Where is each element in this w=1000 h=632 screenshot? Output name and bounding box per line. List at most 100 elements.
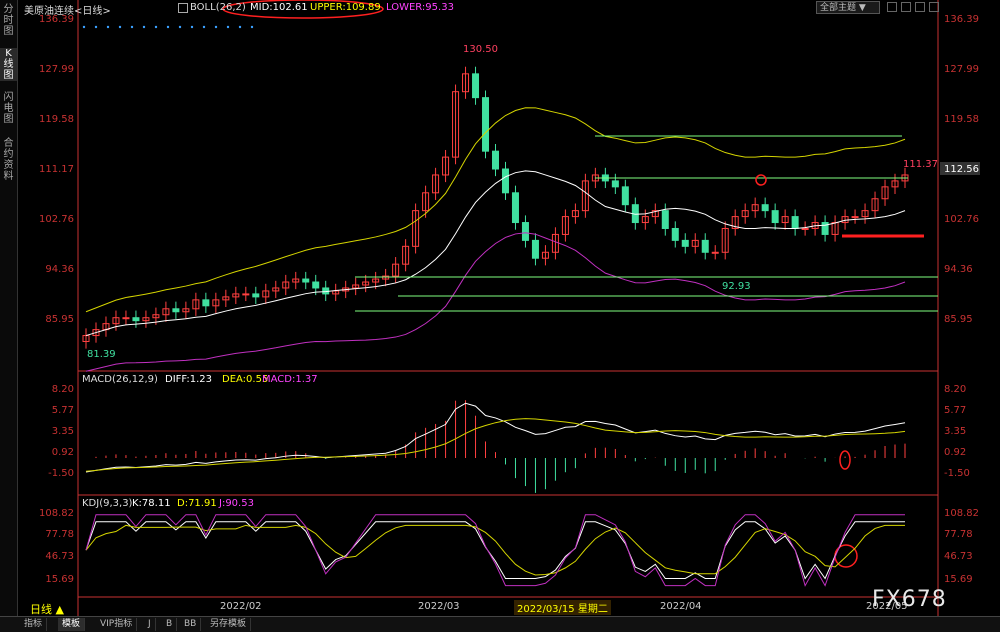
macd-label-right: 3.35 [944, 426, 966, 437]
sidebar-tab-1[interactable]: K线图 [0, 48, 17, 81]
kdj-label-right: 15.69 [944, 574, 973, 585]
kdj-j-line [85, 514, 905, 587]
bottom-tab-2[interactable]: VIP指标 [96, 618, 138, 631]
kdj-label-right: 77.78 [944, 529, 973, 540]
marker-dot [94, 25, 98, 29]
date-feb: 2022/02 [220, 601, 262, 612]
price-label-left: 102.76 [39, 214, 74, 225]
candle-body [621, 186, 629, 206]
annot-low: 92.93 [722, 281, 751, 292]
bottom-tab-3[interactable]: J [144, 618, 156, 631]
sidebar-tab-2[interactable]: 闪电图 [0, 92, 17, 125]
price-label-right: 119.58 [944, 114, 979, 125]
price-label-left: 111.17 [39, 164, 74, 175]
candle-body [681, 239, 689, 247]
boll-upper-line [85, 107, 906, 313]
period-tab[interactable]: 日线 ▲ [30, 601, 64, 617]
macd-label-right: 8.20 [944, 384, 966, 395]
kdj-label-left: 77.78 [45, 529, 74, 540]
candle-body [791, 216, 799, 229]
marker-dot [226, 25, 230, 29]
kdj-title: KDJ(9,3,3) [82, 498, 133, 509]
candle-body [661, 210, 669, 229]
candle-body [521, 222, 529, 241]
marker-dot [202, 25, 206, 29]
boll-mid-label: MID:102.61 [250, 2, 308, 13]
kdj-j: J:90.53 [219, 498, 254, 509]
price-label-left: 94.36 [45, 264, 74, 275]
macd-label-left: 8.20 [52, 384, 74, 395]
marker-dot [178, 25, 182, 29]
marker-dot [142, 25, 146, 29]
macd-label-left: -1.50 [48, 468, 74, 479]
bottom-tab-5[interactable]: BB [180, 618, 202, 631]
macd-label-left: 3.35 [52, 426, 74, 437]
candle-body [302, 278, 310, 283]
bottom-tab-4[interactable]: B [162, 618, 178, 631]
annot-start: 81.39 [87, 349, 116, 360]
macd-value: MACD:1.37 [262, 374, 318, 385]
price-label-right: 136.39 [944, 14, 979, 25]
boll-upper-label: UPPER:109.89 [310, 2, 381, 13]
candle-body [671, 227, 679, 241]
candle-body [501, 168, 509, 194]
indicator-toggle-icon[interactable] [178, 3, 188, 13]
kdj-label-left: 46.73 [45, 551, 74, 562]
sidebar-tab-3[interactable]: 合约资料 [0, 138, 17, 182]
annot-recent-high: 111.37 [903, 159, 938, 170]
macd-label-right: 5.77 [944, 405, 966, 416]
kdj-label-right: 46.73 [944, 551, 973, 562]
marker-dot [106, 25, 110, 29]
macd-title: MACD(26,12,9) [82, 374, 158, 385]
price-label-right: 127.99 [944, 64, 979, 75]
bottom-tab-1[interactable]: 模板 [58, 618, 86, 631]
candle-body [771, 210, 779, 224]
sidebar-tab-0[interactable]: 分时图 [0, 4, 17, 37]
marker-dot [250, 25, 254, 29]
candle-body [851, 216, 859, 219]
candle-body [801, 227, 809, 230]
highlight-circle [755, 174, 767, 186]
marker-dot [238, 25, 242, 29]
price-chart[interactable]: 136.39 136.39127.99 127.99119.58 119.58111.… [18, 0, 1000, 616]
macd-label-left: 5.77 [52, 405, 74, 416]
candle-body [492, 150, 499, 170]
bottom-tab-6[interactable]: 另存模板 [206, 618, 252, 631]
kdj-k: K:78.11 [132, 498, 171, 509]
macd-label-right: -1.50 [944, 468, 970, 479]
macd-diff: DIFF:1.23 [165, 374, 213, 385]
boll-label: BOLL(26,2) [190, 2, 246, 13]
candle-body [312, 281, 320, 289]
bottom-toolbar: 指标 模板 VIP指标 J B BB 另存模板 [0, 616, 1000, 632]
marker-dot [166, 25, 170, 29]
marker-dot [130, 25, 134, 29]
marker-dot [214, 25, 218, 29]
candle-body [242, 293, 250, 296]
candle-body [472, 73, 480, 99]
price-label-right: 94.36 [944, 264, 973, 275]
marker-dot [154, 25, 158, 29]
kdj-label-right: 108.82 [944, 508, 979, 519]
date-mar: 2022/03 [418, 601, 460, 612]
bottom-tab-0[interactable]: 指标 [20, 618, 48, 631]
candle-body [611, 180, 619, 188]
candle-body [172, 308, 180, 313]
date-apr: 2022/04 [660, 601, 702, 612]
close-icon[interactable] [929, 2, 939, 12]
candle-body [122, 317, 130, 320]
candle-body [482, 97, 490, 152]
macd-diff-line [85, 402, 906, 473]
macd-label-right: 0.92 [944, 447, 966, 458]
maximize-icon[interactable] [915, 2, 925, 12]
annot-high: 130.50 [463, 44, 498, 55]
kdj-label-left: 15.69 [45, 574, 74, 585]
sidebar: 分时图 K线图闪电图合约资料 [0, 0, 18, 631]
macd-label-left: 0.92 [52, 447, 74, 458]
candle-body [701, 239, 709, 253]
restore-icon[interactable] [901, 2, 911, 12]
minimize-icon[interactable] [887, 2, 897, 12]
candle-body [202, 299, 210, 307]
theme-select[interactable]: 全部主题 ▼ [816, 1, 880, 14]
marker-dot [118, 25, 122, 29]
boll-lower-label: LOWER:95.33 [386, 2, 454, 13]
